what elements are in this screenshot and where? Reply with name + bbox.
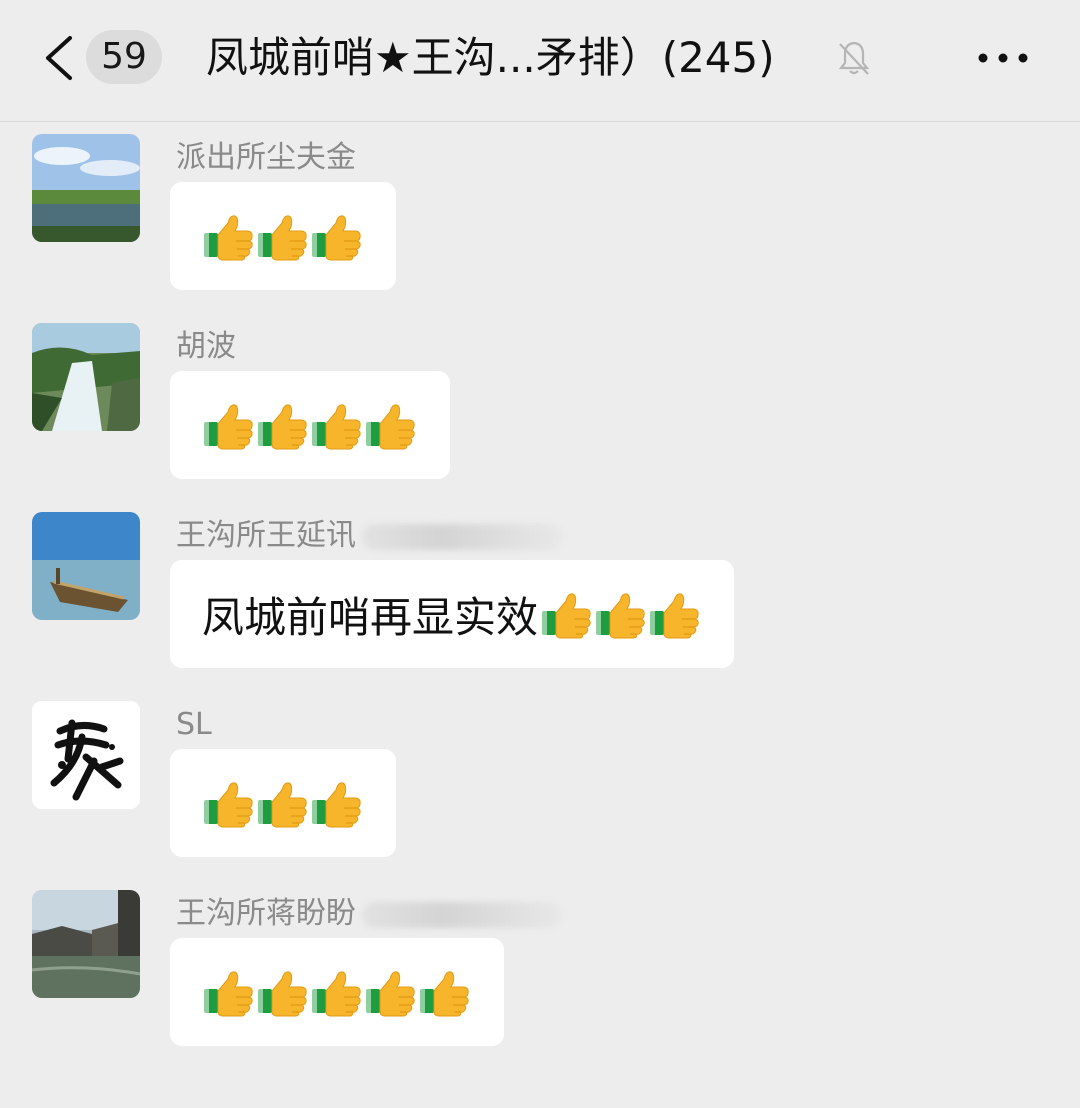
avatar[interactable] — [32, 134, 140, 242]
thumbs-up-icon — [310, 778, 364, 828]
more-dots-icon[interactable] — [976, 44, 1030, 72]
unread-count-badge[interactable]: 59 — [86, 30, 162, 84]
thumbs-up-icon — [202, 778, 256, 828]
waterfall-avatar — [32, 323, 140, 431]
avatar[interactable] — [32, 512, 140, 620]
message-row: SL — [0, 701, 1080, 861]
sender-name: 王沟所蒋盼盼 — [176, 894, 562, 934]
thumbs-up-icon — [648, 589, 702, 639]
sender-name: 派出所尘夫金 — [176, 140, 356, 175]
sender-name: SL — [176, 707, 212, 742]
thumbs-up-group — [540, 589, 702, 639]
message-text: 凤城前哨再显实效 — [202, 592, 539, 642]
blurred-remark — [362, 523, 562, 550]
thumbs-up-group — [202, 778, 364, 828]
message-bubble[interactable] — [170, 749, 396, 857]
message-bubble[interactable] — [170, 371, 450, 479]
thumbs-up-icon — [202, 967, 256, 1017]
chat-title[interactable]: 凤城前哨★王沟...矛排）(245) — [206, 28, 775, 88]
message-row: 胡波 — [0, 323, 1080, 483]
avatar[interactable] — [32, 701, 140, 809]
thumbs-up-icon — [310, 967, 364, 1017]
thumbs-up-group — [202, 400, 418, 450]
water-town-avatar — [32, 890, 140, 998]
message-row: 派出所尘夫金 — [0, 134, 1080, 294]
thumbs-up-icon — [310, 400, 364, 450]
thumbs-up-group — [202, 211, 364, 261]
blurred-remark — [362, 901, 562, 928]
message-row: 王沟所王延讯 凤城前哨再显实效 — [0, 512, 1080, 672]
thumbs-up-icon — [310, 211, 364, 261]
boat-on-lake-avatar — [32, 512, 140, 620]
thumbs-up-icon — [540, 589, 594, 639]
thumbs-up-icon — [594, 589, 648, 639]
avatar[interactable] — [32, 323, 140, 431]
thumbs-up-group — [202, 967, 472, 1017]
thumbs-up-icon — [256, 211, 310, 261]
thumbs-up-icon — [364, 400, 418, 450]
thumbs-up-icon — [202, 400, 256, 450]
thumbs-up-icon — [256, 967, 310, 1017]
message-bubble[interactable] — [170, 182, 396, 290]
message-bubble[interactable] — [170, 938, 504, 1046]
sender-name: 胡波 — [176, 329, 236, 364]
message-bubble[interactable]: 凤城前哨再显实效 — [170, 560, 735, 668]
sender-name: 王沟所王延讯 — [176, 516, 562, 556]
message-row: 王沟所蒋盼盼 — [0, 890, 1080, 1050]
thumbs-up-icon — [364, 967, 418, 1017]
sender-name-text: 王沟所王延讯 — [176, 518, 356, 553]
thumbs-up-icon — [202, 211, 256, 261]
chat-header: 59 凤城前哨★王沟...矛排）(245) — [0, 0, 1080, 122]
landscape-lake-avatar — [32, 134, 140, 242]
sender-name-text: 王沟所蒋盼盼 — [176, 896, 356, 931]
avatar[interactable] — [32, 890, 140, 998]
bell-muted-icon — [838, 41, 870, 75]
thumbs-up-icon — [256, 778, 310, 828]
calligraphy-avatar — [32, 701, 140, 809]
thumbs-up-icon — [256, 400, 310, 450]
chevron-left-icon[interactable] — [40, 34, 80, 82]
thumbs-up-icon — [418, 967, 472, 1017]
